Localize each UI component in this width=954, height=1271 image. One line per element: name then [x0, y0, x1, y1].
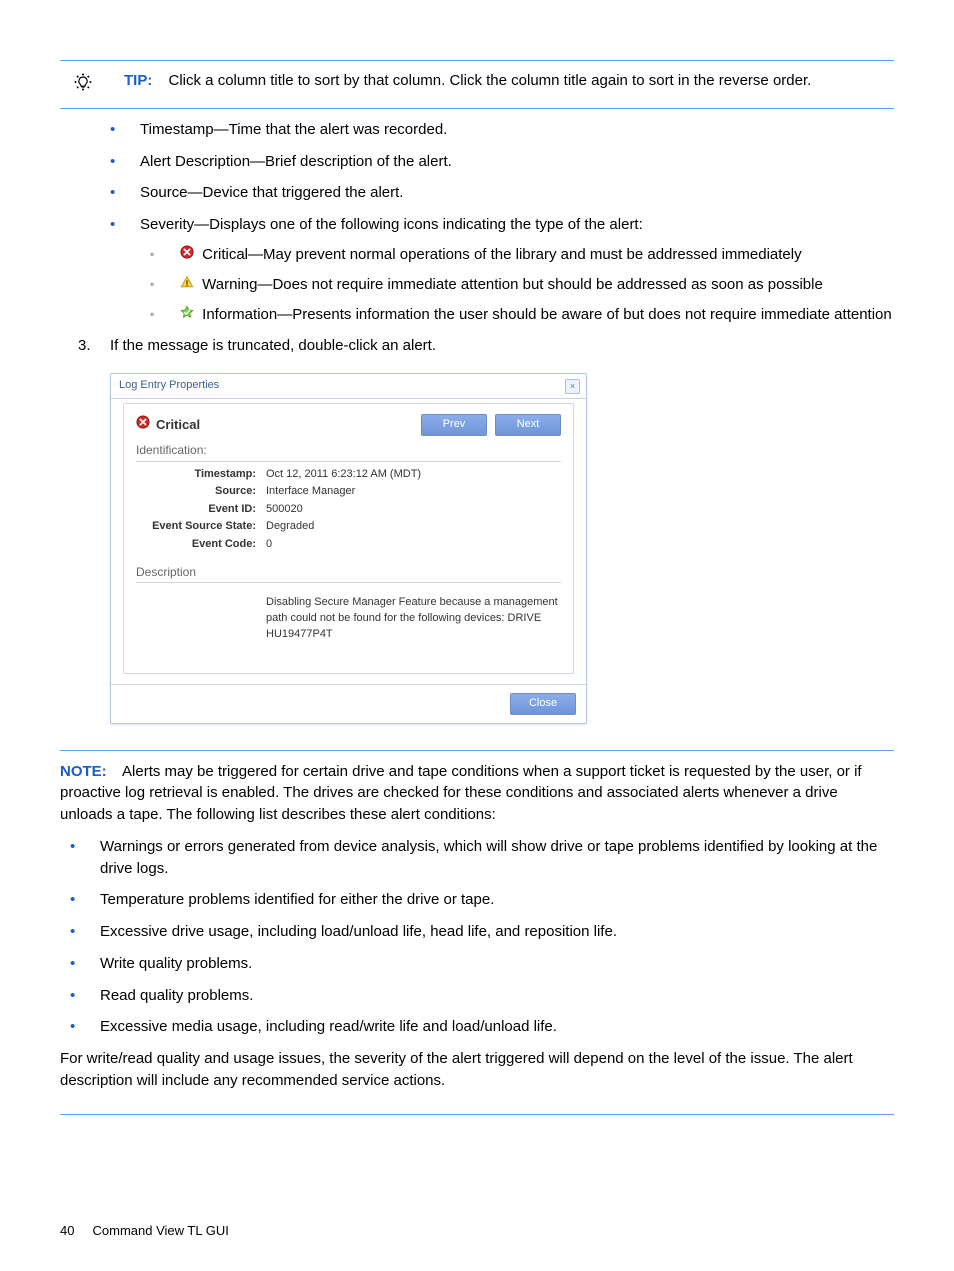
kv-timestamp-k: Timestamp: [136, 466, 266, 484]
severity-warning: Warning—Does not require immediate atten… [140, 274, 894, 296]
note-bullet-3: Excessive drive usage, including load/un… [60, 921, 894, 943]
critical-icon [180, 244, 194, 266]
dialog-severity-text: Critical [156, 416, 200, 435]
kv-ec-v: 0 [266, 536, 561, 554]
column-bullets: Timestamp—Time that the alert was record… [100, 119, 894, 326]
note-bullets: Warnings or errors generated from device… [60, 836, 894, 1038]
description-heading: Description [136, 564, 561, 583]
kv-source-k: Source: [136, 483, 266, 501]
severity-critical: Critical—May prevent normal operations o… [140, 244, 894, 266]
page-number: 40 [60, 1223, 74, 1238]
tip-icon [73, 72, 93, 99]
kv-eventid-k: Event ID: [136, 501, 266, 519]
severity-critical-text: Critical—May prevent normal operations o… [202, 246, 801, 263]
tip-callout: TIP: Click a column title to sort by tha… [60, 60, 894, 109]
note-bullet-4: Write quality problems. [60, 953, 894, 975]
kv-ec-k: Event Code: [136, 536, 266, 554]
log-entry-dialog: Log Entry Properties × Critical [110, 373, 587, 724]
info-icon [180, 304, 194, 326]
severity-warning-text: Warning—Does not require immediate atten… [202, 276, 823, 293]
warning-icon [180, 274, 194, 296]
tip-icon-cell [60, 70, 110, 99]
kv-ess-k: Event Source State: [136, 518, 266, 536]
close-icon: × [570, 380, 575, 393]
kv-source-v: Interface Manager [266, 483, 561, 501]
step-3: 3. If the message is truncated, double-c… [70, 335, 894, 357]
dialog-title-text: Log Entry Properties [119, 378, 219, 394]
bullet-severity-text: Severity—Displays one of the following i… [140, 216, 643, 233]
severity-info-text: Information—Presents information the use… [202, 306, 892, 323]
bullet-severity: Severity—Displays one of the following i… [100, 214, 894, 325]
next-button[interactable]: Next [495, 414, 561, 436]
note-bullet-1: Warnings or errors generated from device… [60, 836, 894, 880]
note-label: NOTE: [60, 763, 107, 780]
note-callout: NOTE: Alerts may be triggered for certai… [60, 750, 894, 1115]
dialog-close-button[interactable]: × [565, 379, 580, 394]
dialog-titlebar: Log Entry Properties × [111, 374, 586, 399]
prev-button[interactable]: Prev [421, 414, 487, 436]
severity-info: Information—Presents information the use… [140, 304, 894, 326]
note-bullet-5: Read quality problems. [60, 985, 894, 1007]
kv-ess-v: Degraded [266, 518, 561, 536]
note-outro: For write/read quality and usage issues,… [60, 1048, 894, 1092]
severity-sublist: Critical—May prevent normal operations o… [140, 244, 894, 326]
step-3-text: If the message is truncated, double-clic… [110, 337, 436, 354]
dialog-critical-icon [136, 415, 150, 435]
tip-text: Click a column title to sort by that col… [169, 72, 812, 89]
dialog-severity: Critical [136, 415, 200, 435]
close-button[interactable]: Close [510, 693, 576, 715]
note-bullet-6: Excessive media usage, including read/wr… [60, 1016, 894, 1038]
bullet-description: Alert Description—Brief description of t… [100, 151, 894, 173]
bullet-source: Source—Device that triggered the alert. [100, 182, 894, 204]
bullet-timestamp: Timestamp—Time that the alert was record… [100, 119, 894, 141]
kv-timestamp-v: Oct 12, 2011 6:23:12 AM (MDT) [266, 466, 561, 484]
steps-list: 3. If the message is truncated, double-c… [70, 335, 894, 357]
step-3-num: 3. [78, 335, 91, 357]
kv-eventid-v: 500020 [266, 501, 561, 519]
tip-label: TIP: [124, 72, 152, 89]
note-bullet-2: Temperature problems identified for eith… [60, 889, 894, 911]
chapter-title: Command View TL GUI [93, 1223, 229, 1238]
note-intro: Alerts may be triggered for certain driv… [60, 763, 862, 824]
page-footer: 40 Command View TL GUI [60, 1222, 229, 1241]
description-text: Disabling Secure Manager Feature because… [256, 587, 561, 661]
identification-heading: Identification: [136, 442, 561, 461]
